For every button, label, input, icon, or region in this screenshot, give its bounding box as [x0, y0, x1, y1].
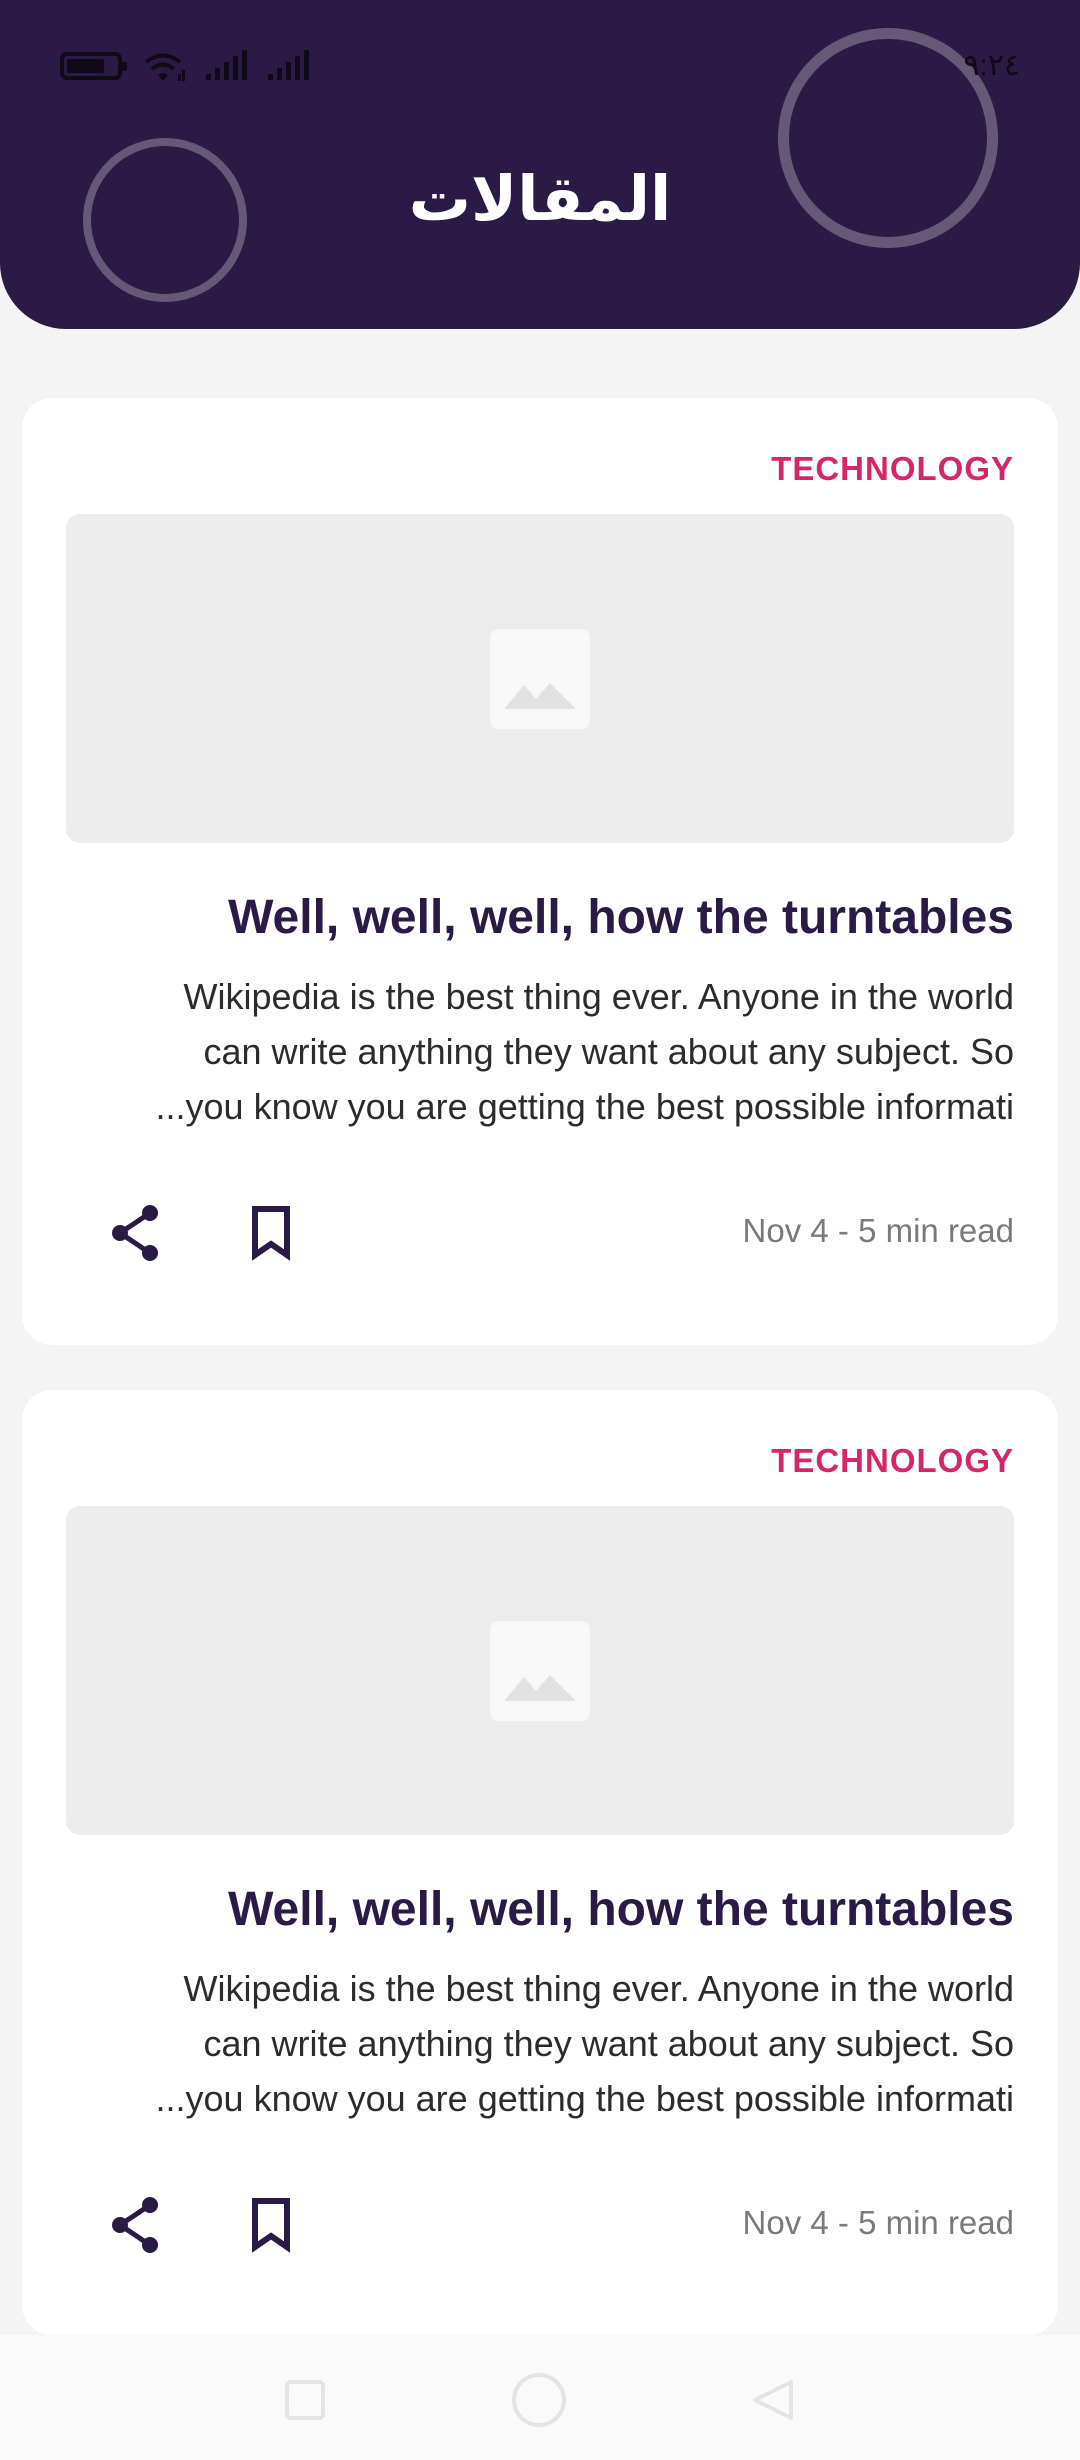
article-image[interactable] — [66, 514, 1014, 843]
status-bar: ٩:٢٤ — [60, 42, 1020, 90]
article-footer: Nov 4 - 5 min read — [66, 1198, 1014, 1268]
signal-icon-1 — [206, 50, 247, 80]
article-title[interactable]: Well, well, well, how the turntables — [228, 891, 1014, 945]
article-excerpt: Wikipedia is the best thing ever. Anyone… — [72, 969, 1014, 1134]
recent-apps-icon — [285, 2380, 325, 2420]
app-header: ٩:٢٤ المقالات — [0, 0, 1080, 329]
excerpt-line: ...you know you are getting the best pos… — [155, 2078, 1014, 2119]
excerpt-line: Wikipedia is the best thing ever. Anyone… — [183, 976, 1014, 1017]
battery-icon — [60, 52, 127, 80]
article-meta: Nov 4 - 5 min read — [742, 1212, 1014, 1249]
page-title: المقالات — [408, 162, 672, 235]
image-placeholder-icon — [490, 628, 590, 729]
bookmark-icon — [252, 2198, 290, 2253]
share-button[interactable] — [106, 2195, 166, 2255]
share-icon — [112, 2197, 158, 2253]
article-excerpt: Wikipedia is the best thing ever. Anyone… — [72, 1961, 1014, 2126]
system-navigation-bar — [0, 2335, 1080, 2460]
article-category[interactable]: TECHNOLOGY — [771, 450, 1014, 488]
back-button[interactable] — [743, 2370, 803, 2430]
article-card[interactable]: TECHNOLOGY Well, well, well, how the tur… — [22, 1390, 1058, 2335]
battery-level — [67, 59, 105, 73]
excerpt-line: can write anything they want about any s… — [203, 2023, 1015, 2064]
bookmark-icon — [252, 1206, 290, 1261]
status-time: ٩:٢٤ — [963, 49, 1020, 82]
excerpt-line: Wikipedia is the best thing ever. Anyone… — [183, 1968, 1014, 2009]
share-icon — [112, 1205, 158, 1261]
article-title[interactable]: Well, well, well, how the turntables — [228, 1883, 1014, 1937]
excerpt-line: can write anything they want about any s… — [203, 1031, 1015, 1072]
article-footer: Nov 4 - 5 min read — [66, 2190, 1014, 2260]
wifi-icon — [144, 53, 185, 81]
recent-apps-button[interactable] — [275, 2370, 335, 2430]
excerpt-line: ...you know you are getting the best pos… — [155, 1086, 1014, 1127]
article-card[interactable]: TECHNOLOGY Well, well, well, how the tur… — [22, 398, 1058, 1345]
share-button[interactable] — [106, 1203, 166, 1263]
home-button[interactable] — [509, 2370, 569, 2430]
bookmark-button[interactable] — [241, 2195, 301, 2255]
signal-icon-2 — [268, 50, 309, 80]
status-icons — [60, 42, 310, 90]
back-icon — [753, 2380, 793, 2420]
image-placeholder-icon — [490, 1620, 590, 1721]
article-category[interactable]: TECHNOLOGY — [771, 1442, 1014, 1480]
bookmark-button[interactable] — [241, 1203, 301, 1263]
article-image[interactable] — [66, 1506, 1014, 1835]
article-meta: Nov 4 - 5 min read — [742, 2204, 1014, 2241]
home-icon — [512, 2373, 566, 2427]
